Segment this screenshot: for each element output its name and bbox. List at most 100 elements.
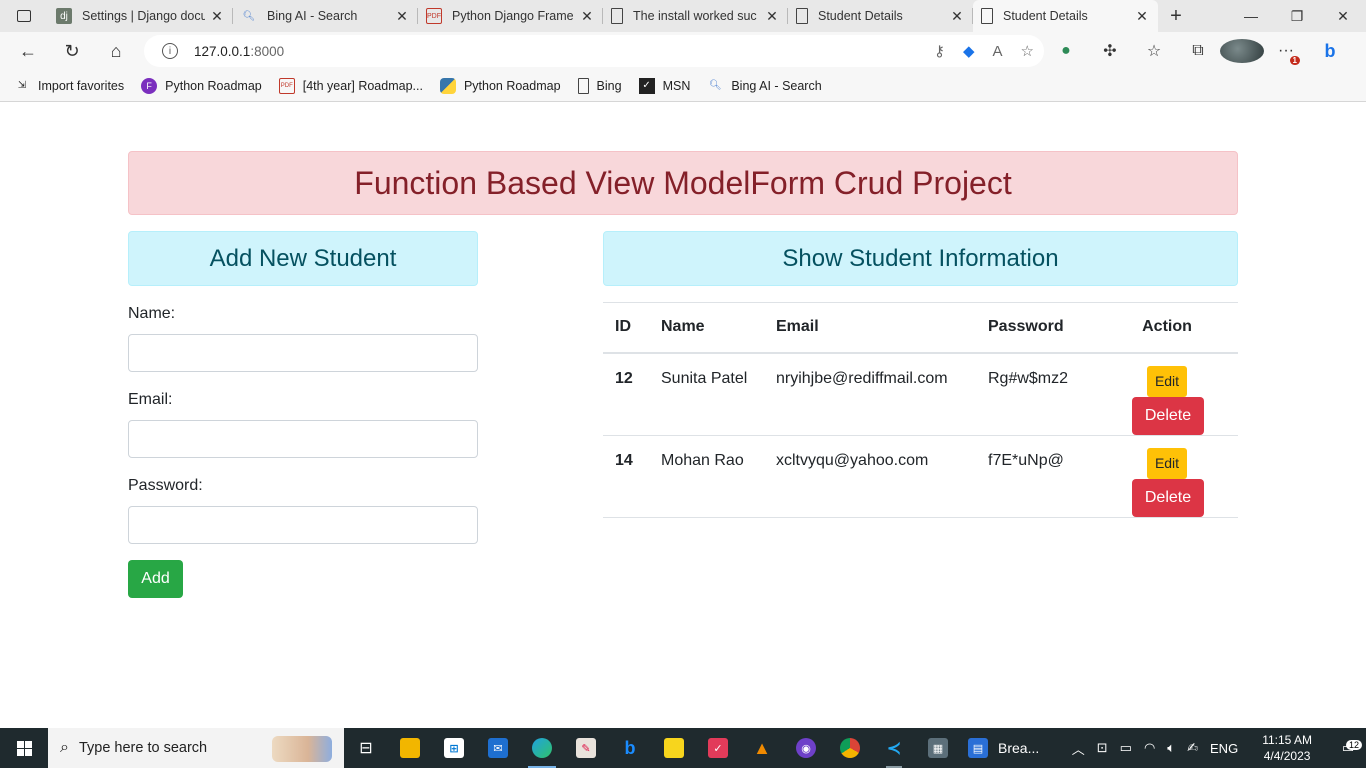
add-student-heading-text: Add New Student [209,244,397,272]
window-controls: — ❐ ✕ [1228,0,1366,32]
favorite-bing-ai[interactable]: 🔍︎ Bing AI - Search [707,78,822,94]
refresh-button[interactable]: ↻ [50,41,94,62]
minimize-icon[interactable]: — [1228,0,1274,32]
vscode-icon[interactable]: ≺ [872,728,916,768]
email-input[interactable] [128,420,478,458]
tab-install-worked[interactable]: The install worked suc ✕ [603,0,788,32]
todo-app-icon[interactable]: ✓ [696,728,740,768]
chrome-icon[interactable] [828,728,872,768]
extension-globe-icon[interactable]: ● [1044,42,1088,60]
notification-center-button[interactable]: ▭ 12 [1330,740,1366,756]
favorite-label: MSN [662,78,691,93]
chevron-up-icon[interactable]: ︿ [1066,739,1091,758]
close-icon[interactable]: ✕ [394,8,410,25]
extensions-icon[interactable]: ✣ [1088,41,1132,61]
add-favorite-icon[interactable]: ☆ [1021,42,1034,60]
running-task-button[interactable]: ▤ Brea... [960,728,1047,768]
bing-logo-icon: b [624,737,636,758]
favorite-msn[interactable]: ✓ MSN [638,77,691,94]
edit-button[interactable]: Edit [1146,365,1188,397]
task-view-icon[interactable]: ⊟ [344,728,388,768]
sticky-notes-icon[interactable] [652,728,696,768]
microsoft-store-icon[interactable]: ⊞ [432,728,476,768]
student-info-heading-text: Show Student Information [782,244,1059,272]
bing-copilot-icon[interactable]: b [1308,41,1352,62]
purple-diamond-icon: F [141,77,158,94]
meet-now-icon[interactable]: ⊡ [1091,740,1114,756]
favorite-import[interactable]: ⇲ Import favorites [14,78,124,94]
new-tab-button[interactable]: + [1158,0,1194,32]
favorite-bing[interactable]: Bing [577,77,622,94]
volume-icon[interactable]: 🔈︎ [1161,740,1181,756]
tab-python-django-pdf[interactable]: PDF Python Django Frame ✕ [418,0,603,32]
github-desktop-icon[interactable]: ◉ [784,728,828,768]
table-row: 12 Sunita Patel nryihjbe@rediffmail.com … [603,352,1238,436]
vlc-icon[interactable]: ▲ [740,728,784,768]
key-icon[interactable]: ⚷ [934,42,945,60]
collections-icon[interactable]: ⧉ [1176,42,1220,60]
home-icon: ⌂ [110,40,122,61]
shopping-tag-icon[interactable]: ◆ [963,42,975,60]
mail-icon[interactable]: ✉ [476,728,520,768]
cone-icon: ▲ [753,737,771,758]
url-host: 127.0.0.1 [194,43,251,59]
add-student-button[interactable]: Add [128,560,183,598]
battery-icon[interactable]: ▭ [1114,740,1138,756]
page-icon [577,77,589,94]
language-indicator[interactable]: ENG [1204,741,1244,756]
tab-actions-icon [17,10,31,22]
tab-actions-button[interactable] [0,0,48,32]
edit-button[interactable]: Edit [1146,447,1188,479]
chrome-logo-icon [840,738,860,758]
close-icon[interactable]: ✕ [1134,8,1150,25]
column-header-password: Password [976,302,1096,354]
favorites-icon[interactable]: ☆ [1132,41,1176,61]
close-icon[interactable]: ✕ [949,8,965,25]
favorite-python-roadmap-1[interactable]: F Python Roadmap [141,77,262,94]
back-button[interactable]: ← [6,41,50,62]
more-menu-icon[interactable]: ··· 1 [1264,42,1308,65]
clock[interactable]: 11:15 AM 4/4/2023 [1244,732,1330,764]
name-input[interactable] [128,334,478,372]
delete-button[interactable]: Delete [1131,396,1205,435]
restore-icon[interactable]: ❐ [1274,0,1320,32]
wifi-icon[interactable]: ◠ [1138,740,1161,756]
home-button[interactable]: ⌂ [94,41,138,62]
tab-student-details-1[interactable]: Student Details ✕ [788,0,973,32]
tab-title: Settings | Django docu [82,9,205,23]
page-title-banner: Function Based View ModelForm Crud Proje… [128,151,1238,215]
start-button[interactable] [0,728,48,768]
paint-icon[interactable]: ✎ [564,728,608,768]
close-icon[interactable]: ✕ [764,8,780,25]
file-explorer-icon[interactable] [388,728,432,768]
bing-icon[interactable]: b [608,728,652,768]
edge-browser-icon[interactable] [520,728,564,768]
favorite-4th-year-roadmap[interactable]: PDF [4th year] Roadmap... [278,77,423,94]
notification-badge: 1 [1289,56,1300,65]
close-icon[interactable]: ✕ [579,8,595,25]
palette-icon: ✎ [576,738,596,758]
checkmark-icon: ✓ [708,738,728,758]
tab-bing-ai[interactable]: 🔍︎ Bing AI - Search ✕ [233,0,418,32]
taskbar-search[interactable]: ⌕ Type here to search [48,728,344,768]
calculator-icon[interactable]: ▦ [916,728,960,768]
cell-name: Mohan Rao [649,435,764,518]
site-info-icon[interactable]: i [162,43,178,59]
address-bar[interactable]: i 127.0.0.1:8000 ⚷ ◆ A ☆ [144,35,1044,67]
close-window-icon[interactable]: ✕ [1320,0,1366,32]
profile-button[interactable] [1220,39,1264,63]
tab-title: The install worked suc [633,9,757,23]
import-icon: ⇲ [17,80,27,91]
tab-student-details-2[interactable]: Student Details ✕ [973,0,1158,32]
close-icon[interactable]: ✕ [209,8,225,25]
tab-django-settings[interactable]: dj Settings | Django docu ✕ [48,0,233,32]
delete-button[interactable]: Delete [1131,478,1205,517]
running-task-label: Brea... [998,740,1040,756]
tab-title: Student Details [818,9,903,23]
pen-icon[interactable]: ✍︎ [1181,740,1204,756]
cell-password: Rg#w$mz2 [976,352,1096,436]
read-aloud-icon[interactable]: A [993,43,1003,60]
django-icon: dj [56,8,72,24]
favorite-python-roadmap-2[interactable]: Python Roadmap [439,77,561,94]
password-input[interactable] [128,506,478,544]
